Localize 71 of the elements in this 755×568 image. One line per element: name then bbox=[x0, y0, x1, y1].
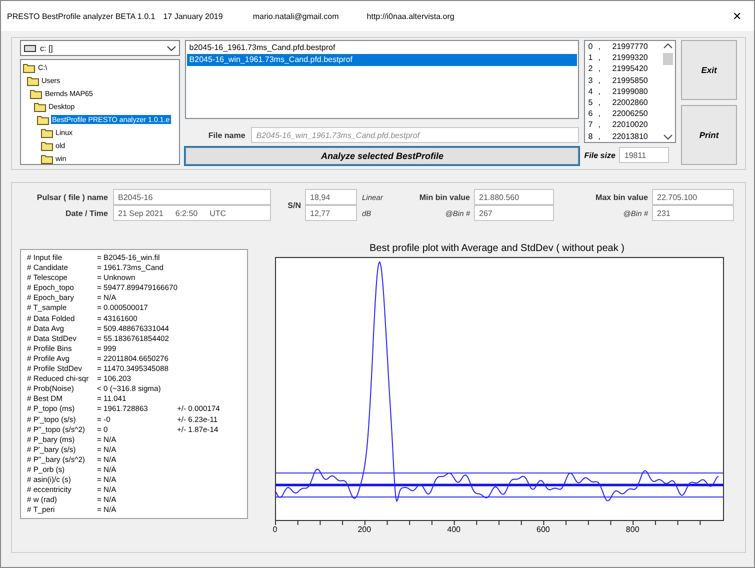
folder-icon bbox=[23, 62, 35, 72]
folder-icon bbox=[40, 154, 52, 164]
sn-linear-field: 18,94 bbox=[305, 189, 357, 205]
bin-value: 21995420 bbox=[612, 63, 648, 75]
bin-index: 4 bbox=[588, 86, 594, 97]
bin-value: 21999080 bbox=[612, 86, 648, 97]
list-separator: , bbox=[598, 119, 602, 130]
folder-icon bbox=[30, 88, 42, 98]
folder-icon bbox=[40, 140, 52, 150]
list-separator: , bbox=[598, 74, 602, 86]
min-bin-label: Min bin value bbox=[418, 192, 470, 202]
list-separator: , bbox=[598, 96, 602, 108]
website-address: http://i0naa.altervista.org bbox=[366, 12, 454, 20]
scrollbar[interactable] bbox=[661, 41, 675, 142]
max-bin-index-field: 231 bbox=[652, 205, 734, 221]
min-bin-field: 21.880.560 bbox=[474, 189, 554, 205]
drive-dropdown[interactable]: c: [] bbox=[20, 40, 180, 56]
folder-icon bbox=[37, 114, 49, 124]
bin-value: 21997770 bbox=[612, 41, 648, 52]
close-button[interactable]: ✕ bbox=[720, 1, 754, 31]
list-separator: , bbox=[598, 108, 602, 120]
x-tick-label: 0 bbox=[272, 525, 278, 534]
window-title: PRESTO BestProfile analyzer BETA 1.0.1 bbox=[7, 12, 156, 20]
list-separator: , bbox=[598, 86, 602, 97]
file-item[interactable]: B2045-16_win_1961.73ms_Cand.pfd.bestprof bbox=[187, 54, 578, 66]
x-tick-label: 200 bbox=[358, 525, 372, 534]
bin-index: 7 bbox=[588, 119, 594, 130]
date-time-label: Date / Time bbox=[64, 208, 108, 218]
bin-value: 22013810 bbox=[612, 130, 648, 142]
folder-icon bbox=[40, 128, 52, 138]
bin-value: 22010020 bbox=[612, 119, 648, 130]
file-size-label: File size bbox=[584, 150, 616, 160]
side-button[interactable]: Exit bbox=[681, 40, 737, 100]
release-date: 17 January 2019 bbox=[163, 12, 223, 20]
bin-index: 5 bbox=[588, 96, 594, 108]
list-separator: , bbox=[598, 130, 602, 142]
bin-value: 22002860 bbox=[612, 96, 648, 108]
folder-icon bbox=[34, 102, 46, 112]
bin-value: 22006250 bbox=[612, 108, 648, 120]
max-bin-field: 22.705.100 bbox=[652, 189, 734, 205]
bin-index: 1 bbox=[588, 52, 594, 64]
sn-db-field: 12,77 bbox=[305, 205, 357, 221]
pulsar-name-field: B2045-16 bbox=[113, 189, 271, 205]
author-email: mario.natali@gmail.com bbox=[252, 12, 339, 20]
analyze-button[interactable]: Analyze selected BestProfile bbox=[185, 147, 580, 165]
plot-title: Best profile plot with Average and StdDev ( without peak ) bbox=[368, 243, 626, 256]
max-bin-label: Max bin value bbox=[594, 192, 648, 202]
file-size-field: 19811 bbox=[619, 147, 670, 163]
bin-value: 21995850 bbox=[612, 74, 648, 86]
x-tick-label: 400 bbox=[447, 525, 460, 534]
chevron-down-icon bbox=[167, 46, 176, 50]
min-bin-index-field: 267 bbox=[474, 205, 554, 221]
drive-icon bbox=[24, 44, 36, 52]
list-separator: , bbox=[598, 52, 602, 64]
bin-index: 2 bbox=[588, 63, 594, 75]
bin-index: 3 bbox=[588, 74, 594, 86]
bin-index: 8 bbox=[588, 130, 594, 142]
file-item[interactable]: b2045-16_1961.73ms_Cand.pfd.bestprof bbox=[187, 42, 578, 54]
pulsar-name-label: Pulsar ( file ) name bbox=[36, 192, 108, 202]
date-time-field: 21 Sep 2021 6:2:50 UTC bbox=[113, 205, 271, 221]
x-tick-label: 600 bbox=[536, 525, 550, 534]
x-tick-label: 800 bbox=[626, 525, 640, 534]
bin-index: 0 bbox=[588, 41, 594, 52]
file-name-label: File name bbox=[207, 130, 246, 140]
bin-index: 6 bbox=[588, 108, 594, 120]
list-separator: , bbox=[598, 63, 602, 75]
bin-value: 21999320 bbox=[612, 52, 648, 64]
side-button[interactable]: Print bbox=[681, 105, 737, 165]
folder-icon bbox=[26, 76, 38, 86]
sn-label: S/N bbox=[286, 200, 301, 210]
list-separator: , bbox=[598, 41, 602, 52]
